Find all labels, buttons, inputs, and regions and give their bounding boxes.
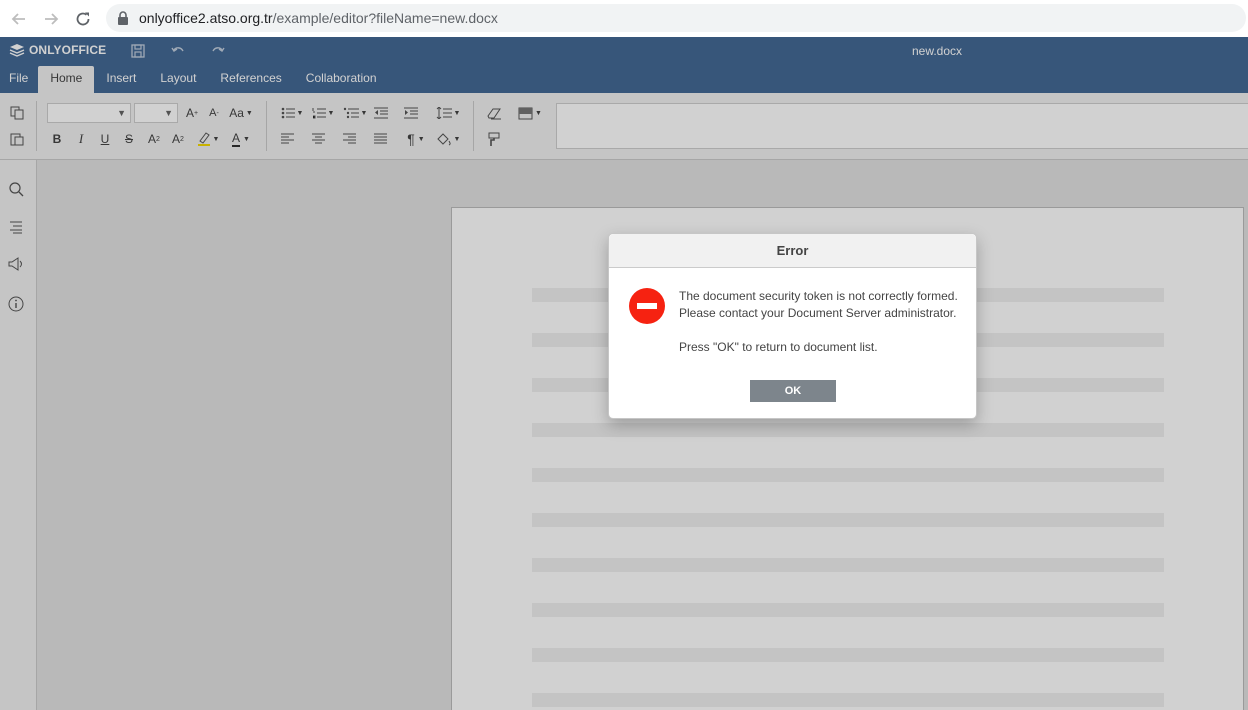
error-icon [629,288,665,324]
browser-toolbar: onlyoffice2.atso.org.tr/example/editor?f… [0,0,1248,37]
reload-icon[interactable] [72,8,94,30]
url-domain: onlyoffice2.atso.org.tr [139,10,273,26]
dialog-message: The document security token is not corre… [679,288,969,356]
address-bar[interactable]: onlyoffice2.atso.org.tr/example/editor?f… [106,4,1246,32]
back-icon[interactable] [8,8,30,30]
forward-icon[interactable] [40,8,62,30]
ok-button[interactable]: OK [750,380,836,402]
lock-icon[interactable] [117,11,129,30]
message-line-1: The document security token is not corre… [679,289,958,303]
message-line-2: Please contact your Document Server admi… [679,306,957,320]
dialog-title: Error [609,234,976,268]
error-dialog: Error The document security token is not… [608,233,977,419]
url-text[interactable]: onlyoffice2.atso.org.tr/example/editor?f… [139,10,498,26]
message-line-3: Press "OK" to return to document list. [679,340,878,354]
url-path: /example/editor?fileName=new.docx [272,10,498,26]
